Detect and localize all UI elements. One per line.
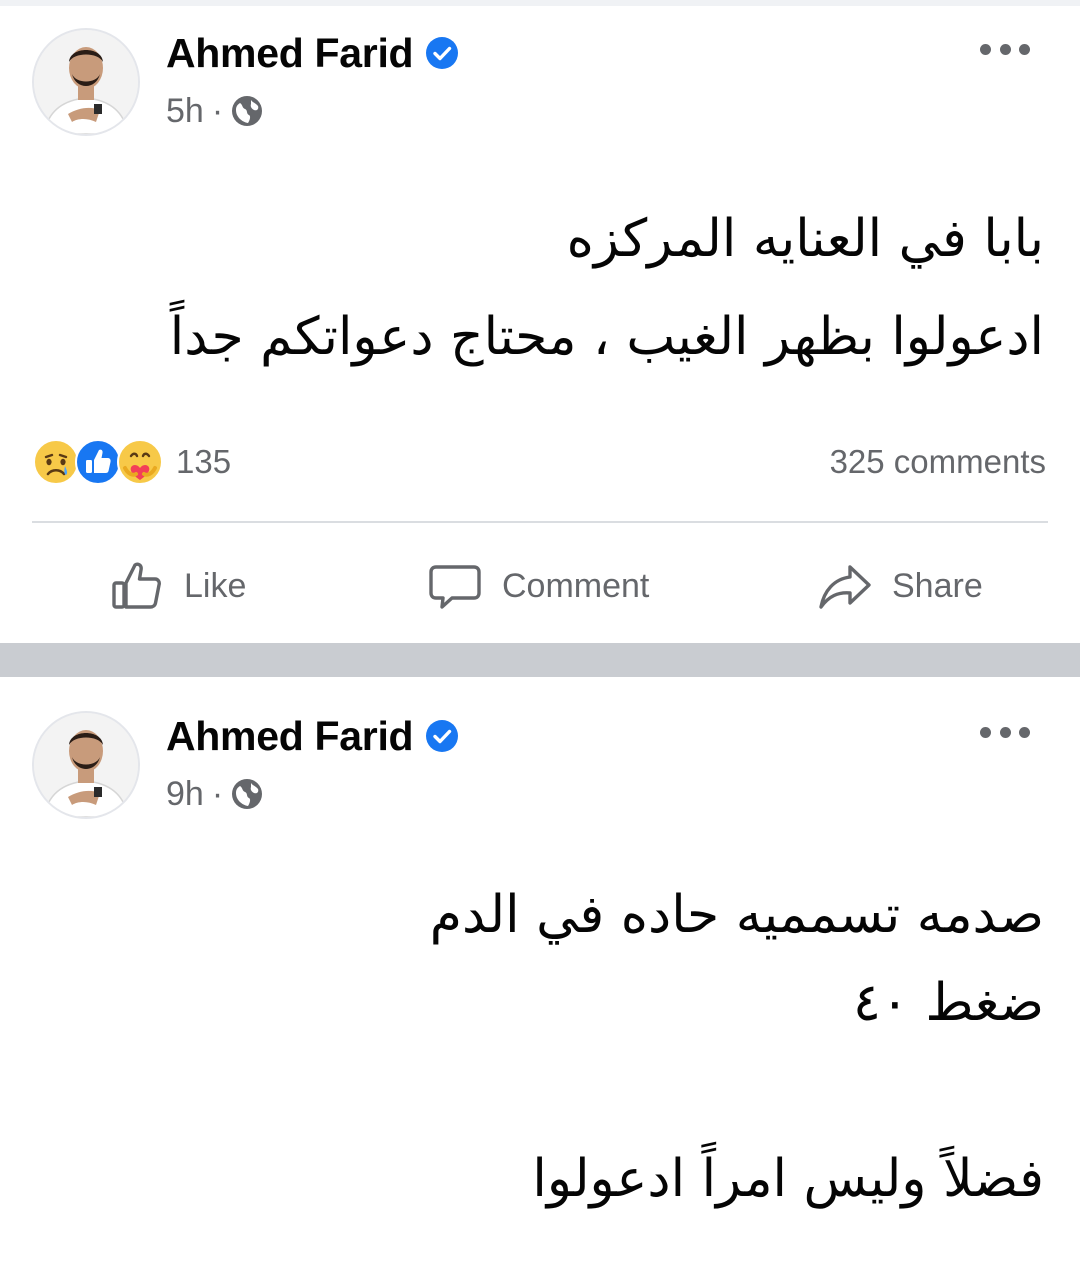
post-card: Ahmed Farid 9h · صدمه تسممیه حاده في الد…: [0, 677, 1080, 1287]
more-dot: [1019, 726, 1030, 738]
post-text-line: فضلاً وليس امراً ادعولوا: [532, 1149, 1044, 1209]
verified-badge-icon: [426, 720, 459, 752]
like-icon: [112, 562, 161, 609]
sad-reaction-icon: [33, 439, 79, 485]
share-icon: [819, 565, 871, 609]
comments-count[interactable]: 325 comments: [830, 438, 1046, 486]
post-time[interactable]: 9h: [166, 775, 204, 814]
verified-badge-icon: [426, 37, 459, 69]
meta-separator: ·: [211, 91, 224, 130]
post-text-line: بابا في العنايه المركزه: [566, 209, 1044, 269]
avatar-photo: [34, 713, 138, 817]
globe-icon: [232, 779, 263, 809]
post-text: صدمه تسممیه حاده في الدم ضغط ٤٠ فضلاً ول…: [36, 871, 1044, 1223]
comment-label: Comment: [502, 566, 650, 605]
avatar-photo: [34, 30, 138, 134]
like-button[interactable]: Like: [108, 546, 246, 626]
post-time[interactable]: 5h: [166, 92, 204, 131]
more-dot: [980, 43, 991, 55]
post-actions: Like Comment Share: [0, 546, 1080, 626]
reaction-icons: [32, 438, 163, 486]
author-header: Ahmed Farid: [166, 711, 459, 761]
post-text-blank-line: [36, 1047, 1044, 1135]
more-dot: [999, 726, 1011, 738]
post-meta: 5h ·: [166, 90, 263, 132]
reactions-summary[interactable]: 135: [32, 438, 231, 486]
reaction-count: 135: [176, 443, 232, 480]
like-reaction-icon: [75, 439, 121, 485]
post-text-line: ادعولوا بظهر الغيب ، محتاج دعواتكم جداً: [169, 307, 1044, 367]
divider: [32, 521, 1048, 523]
more-options-icon[interactable]: [980, 717, 1030, 747]
more-dot: [999, 43, 1011, 55]
share-button[interactable]: Share: [816, 546, 983, 626]
more-options-icon[interactable]: [980, 34, 1030, 64]
author-avatar[interactable]: [32, 28, 140, 136]
author-name[interactable]: Ahmed Farid: [166, 713, 414, 760]
author-header: Ahmed Farid: [166, 28, 459, 78]
post-text-line: صدمه تسممیه حاده في الدم: [429, 885, 1044, 945]
comment-icon: [429, 565, 481, 609]
post-separator: [0, 643, 1080, 677]
post-text: بابا في العنايه المركزه ادعولوا بظهر الغ…: [36, 190, 1044, 386]
post-meta: 9h ·: [166, 773, 263, 815]
comment-button[interactable]: Comment: [426, 546, 649, 626]
more-dot: [980, 726, 991, 738]
post-text-line: ضغط ٤٠: [853, 973, 1044, 1033]
post-card: Ahmed Farid 5h · بابا في العنايه المركزه…: [0, 6, 1080, 643]
globe-icon: [232, 96, 263, 126]
more-dot: [1019, 43, 1030, 55]
care-reaction-icon: [117, 439, 163, 485]
author-avatar[interactable]: [32, 711, 140, 819]
meta-separator: ·: [211, 774, 224, 813]
like-label: Like: [184, 566, 247, 605]
share-label: Share: [892, 566, 983, 605]
author-name[interactable]: Ahmed Farid: [166, 30, 414, 77]
